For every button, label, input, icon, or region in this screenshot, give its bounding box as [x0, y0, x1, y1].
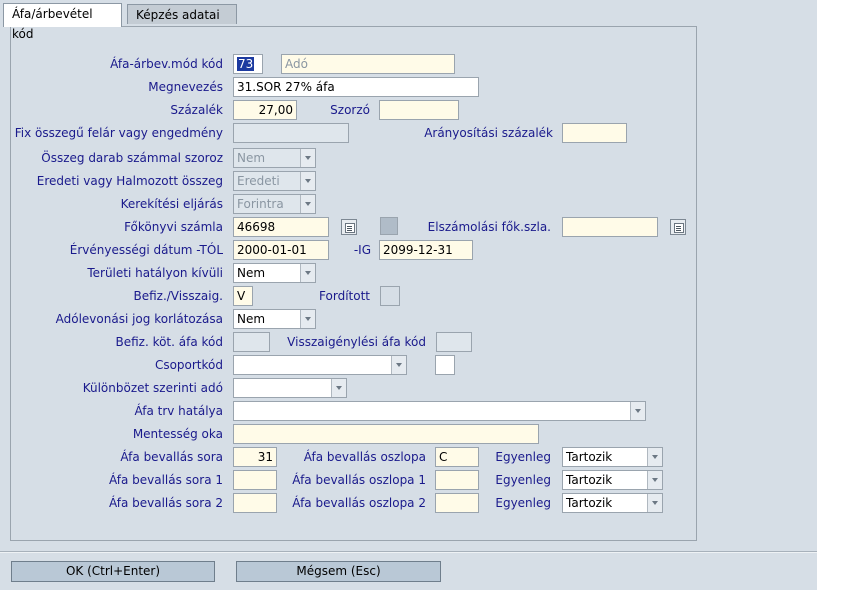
szazalek-field[interactable]: 27,00: [233, 100, 297, 120]
dialog-window: Áfa/árbevétel kód Képzés adatai Áfa-árbe…: [0, 0, 817, 590]
egyenleg-1-value: Tartozik: [566, 473, 613, 487]
bevallas-sora-field[interactable]: 31: [233, 447, 277, 467]
chevron-down-icon: [300, 149, 315, 167]
bevallas-oszlopa-field[interactable]: C: [435, 447, 479, 467]
csoportkod-label: Csoportkód: [154, 358, 223, 372]
chevron-down-icon: [331, 379, 346, 397]
ervenyesseg-label: Érvényességi dátum -TÓL: [69, 243, 223, 257]
afa-type-field[interactable]: Adó: [281, 54, 455, 74]
forditott-checkbox[interactable]: [380, 286, 400, 306]
bevallas-sora-1-field[interactable]: [233, 470, 277, 490]
egyenleg-2-value: Tartozik: [566, 496, 613, 510]
eredeti-halmozott-value: Eredeti: [237, 174, 280, 188]
teruleti-value: Nem: [237, 266, 266, 280]
bevallas-oszlopa-label: Áfa bevallás oszlopa: [303, 450, 426, 464]
bevallas-oszlopa-2-field[interactable]: [435, 493, 479, 513]
chevron-down-icon: [647, 494, 662, 512]
afa-trv-label: Áfa trv hatálya: [134, 404, 223, 418]
cancel-button[interactable]: Mégsem (Esc): [236, 561, 441, 582]
csoportkod-extra-field[interactable]: [435, 355, 455, 375]
megnevezes-field[interactable]: 31.SOR 27% áfa: [233, 77, 479, 97]
adolevonasi-value: Nem: [237, 312, 266, 326]
visszaigenylesi-field[interactable]: [436, 332, 472, 352]
ervenyesseg-to-field[interactable]: 2099-12-31: [379, 240, 473, 260]
eredeti-halmozott-select[interactable]: Eredeti: [233, 171, 316, 191]
elszamolasi-field[interactable]: [562, 217, 658, 237]
tab-kepzes-adatai[interactable]: Képzés adatai: [127, 4, 237, 24]
bevallas-sora-1-label: Áfa bevallás sora 1: [108, 473, 223, 487]
kerekitesi-select[interactable]: Forintra: [233, 194, 316, 214]
egyenleg-1-label: Egyenleg: [495, 473, 551, 487]
egyenleg-select[interactable]: Tartozik: [562, 447, 663, 467]
osszeg-darab-value: Nem: [237, 151, 266, 165]
bevallas-sora-2-label: Áfa bevallás sora 2: [108, 496, 223, 510]
ervenyesseg-ig-label: -IG: [353, 243, 371, 257]
aranyositasi-label: Arányosítási százalék: [424, 126, 553, 140]
footer-divider-highlight: [0, 552, 817, 553]
megnevezes-label: Megnevezés: [148, 80, 223, 94]
chevron-down-icon: [647, 448, 662, 466]
bevallas-oszlopa-2-label: Áfa bevallás oszlopa 2: [292, 496, 426, 510]
szazalek-label: Százalék: [170, 103, 223, 117]
egyenleg-1-select[interactable]: Tartozik: [562, 470, 663, 490]
chevron-down-icon: [630, 402, 645, 420]
bevallas-oszlopa-1-label: Áfa bevallás oszlopa 1: [292, 473, 426, 487]
chevron-down-icon: [647, 471, 662, 489]
mentesseg-label: Mentesség oka: [132, 427, 223, 441]
fix-osszegu-label: Fix összegű felár vagy engedmény: [14, 126, 223, 140]
fokonyvi-label: Főkönyvi számla: [124, 220, 223, 234]
egyenleg-value: Tartozik: [566, 450, 613, 464]
egyenleg-2-label: Egyenleg: [495, 496, 551, 510]
afa-kod-field[interactable]: 73: [233, 54, 263, 74]
chevron-down-icon: [300, 264, 315, 282]
bevallas-oszlopa-1-field[interactable]: [435, 470, 479, 490]
bevallas-sora-label: Áfa bevallás sora: [120, 450, 223, 464]
szorzo-label: Szorzó: [330, 103, 370, 117]
kulonbozet-label: Különbözet szerinti adó: [82, 381, 223, 395]
tab-afa-arbevetel-kod[interactable]: Áfa/árbevétel kód: [3, 3, 122, 41]
visszaigenylesi-label: Visszaigénylési áfa kód: [287, 335, 426, 349]
kulonbozet-select[interactable]: [233, 378, 347, 398]
osszeg-darab-select[interactable]: Nem: [233, 148, 316, 168]
chevron-down-icon: [300, 172, 315, 190]
teruleti-label: Területi hatályon kívüli: [87, 266, 223, 280]
szorzo-field[interactable]: [379, 100, 459, 120]
afa-kod-label: Áfa-árbev.mód kód: [110, 57, 223, 71]
kerekitesi-label: Kerekítési eljárás: [120, 197, 223, 211]
adolevonasi-select[interactable]: Nem: [233, 309, 316, 329]
afa-kod-value: 73: [237, 57, 255, 71]
elszamolasi-label: Elszámolási fők.szla.: [427, 220, 551, 234]
befiz-kot-field[interactable]: [233, 332, 270, 352]
fokonyvi-lookup-icon[interactable]: [341, 219, 357, 235]
fokonyvi-flag-box[interactable]: [380, 217, 398, 235]
ok-button[interactable]: OK (Ctrl+Enter): [11, 561, 215, 582]
ervenyesseg-from-field[interactable]: 2000-01-01: [233, 240, 329, 260]
fix-osszegu-field[interactable]: [233, 123, 349, 143]
fokonyvi-field[interactable]: 46698: [233, 217, 329, 237]
aranyositasi-field[interactable]: [562, 123, 627, 143]
egyenleg-label: Egyenleg: [495, 450, 551, 464]
egyenleg-2-select[interactable]: Tartozik: [562, 493, 663, 513]
chevron-down-icon: [300, 195, 315, 213]
befiz-kot-label: Befiz. köt. áfa kód: [115, 335, 223, 349]
eredeti-halmozott-label: Eredeti vagy Halmozott összeg: [36, 174, 223, 188]
chevron-down-icon: [391, 356, 406, 374]
csoportkod-select[interactable]: [233, 355, 407, 375]
forditott-label: Fordított: [319, 289, 370, 303]
bevallas-sora-2-field[interactable]: [233, 493, 277, 513]
osszeg-darab-label: Összeg darab számmal szoroz: [41, 151, 223, 165]
elszamolasi-lookup-icon[interactable]: [670, 219, 686, 235]
teruleti-select[interactable]: Nem: [233, 263, 316, 283]
befiz-visszaig-label: Befiz./Visszaig.: [133, 289, 223, 303]
chevron-down-icon: [300, 310, 315, 328]
afa-trv-select[interactable]: [233, 401, 646, 421]
kerekitesi-value: Forintra: [237, 197, 284, 211]
mentesseg-field[interactable]: [233, 424, 539, 444]
adolevonasi-label: Adólevonási jog korlátozása: [55, 312, 223, 326]
befiz-visszaig-field[interactable]: V: [233, 286, 253, 306]
